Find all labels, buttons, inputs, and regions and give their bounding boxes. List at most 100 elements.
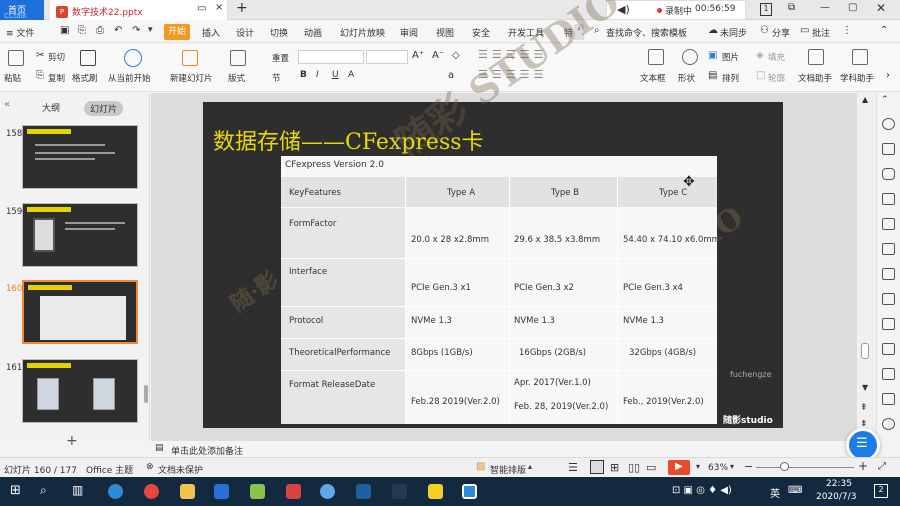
- new-tab-icon[interactable]: +: [236, 0, 248, 16]
- academic-helper-button[interactable]: 学科助手: [840, 72, 874, 84]
- property-icon[interactable]: [882, 118, 895, 130]
- effect-icon[interactable]: [882, 168, 895, 180]
- tab-design[interactable]: 设计: [236, 26, 254, 39]
- scroll-up-icon[interactable]: ▲: [862, 95, 868, 104]
- page-badge[interactable]: 1: [760, 3, 772, 16]
- font-size-select[interactable]: [366, 50, 408, 64]
- layout-button[interactable]: 版式: [228, 72, 245, 84]
- task-view-icon[interactable]: ▥: [72, 483, 83, 497]
- more-icon[interactable]: ▾: [148, 25, 153, 35]
- pane-up-icon[interactable]: ⌃: [881, 95, 889, 105]
- doc-helper-button[interactable]: 文档助手: [798, 72, 832, 84]
- tab-view[interactable]: 视图: [436, 26, 454, 39]
- tab-slides[interactable]: 幻灯片: [84, 101, 124, 116]
- settings-icon[interactable]: [882, 268, 895, 280]
- academic-helper-icon[interactable]: [852, 49, 868, 65]
- tab-review[interactable]: 审阅: [400, 26, 418, 39]
- tab-insert[interactable]: 插入: [202, 26, 220, 39]
- prev-slide-icon[interactable]: ⇞: [860, 403, 868, 413]
- share-button[interactable]: 分享: [772, 26, 790, 39]
- collapse-ribbon-icon[interactable]: ⌃: [880, 25, 888, 36]
- window-restore-icon[interactable]: ⧉: [788, 2, 795, 13]
- app-blue-icon[interactable]: [320, 484, 335, 499]
- theme-name[interactable]: Office 主题: [86, 463, 133, 476]
- explorer-icon[interactable]: [180, 484, 195, 499]
- share-pane-icon[interactable]: [882, 318, 895, 330]
- smart-layout-button[interactable]: 智能排版: [490, 463, 526, 476]
- app-red-icon[interactable]: [286, 484, 301, 499]
- wps-icon[interactable]: [462, 484, 477, 499]
- doc-helper-icon[interactable]: [808, 49, 824, 65]
- file-menu[interactable]: ≡ 文件: [6, 26, 34, 39]
- italic-icon[interactable]: I: [316, 70, 319, 80]
- arrange-button[interactable]: 排列: [722, 72, 739, 84]
- canvas-scrollbar[interactable]: ▲ ▼ ⇞ ⇟: [858, 93, 876, 440]
- zoom-level[interactable]: 63%: [708, 463, 728, 473]
- menu-more-icon[interactable]: ⋮: [842, 25, 852, 36]
- library-icon[interactable]: [882, 293, 895, 305]
- tray-icons[interactable]: ⊡ ▣ ◎ ♦ ◀): [672, 485, 732, 496]
- format-painter-icon[interactable]: [80, 50, 96, 66]
- tab-start[interactable]: 开始: [164, 24, 190, 40]
- input-language[interactable]: 英: [770, 485, 780, 500]
- play-slideshow-button[interactable]: ▶: [668, 460, 690, 475]
- slide-thumbnail-160-selected[interactable]: [22, 280, 138, 344]
- play-from-current-icon[interactable]: [124, 49, 142, 67]
- notes-area[interactable]: ▤ 单击此处添加备注: [151, 440, 857, 457]
- shape-icon[interactable]: [682, 49, 698, 65]
- ime-icon[interactable]: ⌨: [788, 485, 802, 496]
- cut-button[interactable]: 剪切: [48, 51, 65, 63]
- clock-time[interactable]: 22:35: [826, 479, 852, 489]
- scroll-down-icon[interactable]: ▼: [862, 383, 868, 392]
- zoom-in-icon[interactable]: +: [858, 459, 868, 473]
- export-icon[interactable]: ⎘: [78, 25, 86, 36]
- clock-date[interactable]: 2020/7/3: [816, 492, 856, 502]
- close-window-icon[interactable]: ✕: [876, 1, 886, 15]
- store-icon[interactable]: [214, 484, 229, 499]
- add-slide-button[interactable]: +: [66, 433, 78, 449]
- picture-button[interactable]: 图片: [722, 51, 739, 63]
- textbox-button[interactable]: 文本框: [640, 72, 666, 84]
- outline-button[interactable]: 轮廓: [768, 72, 785, 84]
- sorter-view-icon[interactable]: ⊞: [610, 461, 619, 474]
- normal-view-icon[interactable]: [590, 460, 604, 474]
- paste-icon[interactable]: [8, 50, 24, 66]
- minimize-icon[interactable]: —: [820, 2, 830, 13]
- slide-thumbnail-161[interactable]: [22, 359, 138, 423]
- notes-placeholder[interactable]: 单击此处添加备注: [171, 444, 243, 457]
- windows-start-icon[interactable]: ⊞: [10, 483, 21, 498]
- new-slide-icon[interactable]: [182, 50, 198, 66]
- maximize-icon[interactable]: ▢: [848, 2, 857, 13]
- fill-button[interactable]: 填充: [768, 51, 785, 63]
- comment-pane-icon[interactable]: [882, 343, 895, 355]
- picture-pane-icon[interactable]: [882, 393, 895, 405]
- toolbar-overflow-icon[interactable]: ›: [886, 70, 890, 81]
- font-grow-icon[interactable]: A⁺: [412, 50, 424, 61]
- audio-icon[interactable]: [882, 418, 895, 430]
- slide[interactable]: 随彩 STUDIO 随彩 STUDIO 随·影 数据存储——CFexpress卡…: [203, 0, 783, 428]
- zoom-out-icon[interactable]: −: [744, 460, 753, 473]
- command-search[interactable]: 查找命令、搜索模板: [606, 26, 687, 39]
- font-color-icon[interactable]: A: [348, 70, 354, 80]
- app-yellow-icon[interactable]: [428, 484, 443, 499]
- template-icon[interactable]: [882, 218, 895, 230]
- font-shrink-icon[interactable]: A⁻: [432, 50, 444, 61]
- textbox-icon[interactable]: [648, 49, 664, 65]
- design-icon[interactable]: [882, 143, 895, 155]
- paste-button[interactable]: 粘贴: [4, 72, 21, 84]
- comment-button[interactable]: 批注: [812, 26, 830, 39]
- app-close-icon[interactable]: [392, 484, 407, 499]
- search-taskbar-icon[interactable]: ⌕: [40, 483, 47, 498]
- layout-icon[interactable]: [230, 50, 246, 66]
- office-icon[interactable]: [250, 484, 265, 499]
- clear-format-icon[interactable]: ◇: [452, 50, 460, 61]
- reset-button[interactable]: 重置: [272, 52, 289, 64]
- new-slide-button[interactable]: 新建幻灯片: [170, 72, 213, 84]
- zoom-slider-thumb[interactable]: [780, 462, 789, 471]
- slide-thumbnail-159[interactable]: [22, 203, 138, 267]
- tab-security[interactable]: 安全: [472, 26, 490, 39]
- font-family-select[interactable]: [298, 50, 364, 64]
- notification-badge[interactable]: 2: [874, 484, 888, 498]
- zoom-slider[interactable]: [756, 467, 854, 468]
- presenter-view-icon[interactable]: ▭: [646, 461, 656, 474]
